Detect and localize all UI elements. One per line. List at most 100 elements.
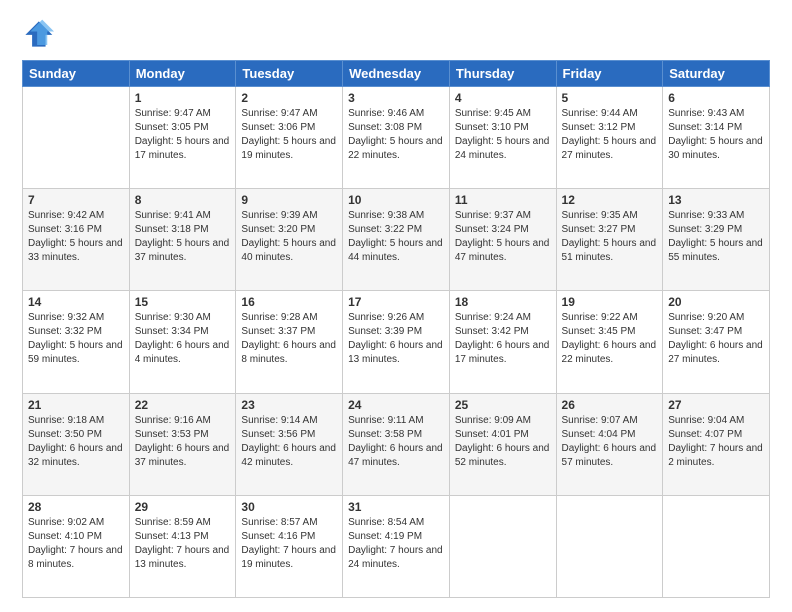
calendar-cell	[449, 495, 556, 597]
day-info: Sunrise: 9:38 AMSunset: 3:22 PMDaylight:…	[348, 209, 444, 265]
calendar-cell	[556, 495, 663, 597]
day-info: Sunrise: 9:43 AMSunset: 3:14 PMDaylight:…	[668, 107, 764, 163]
day-info: Sunrise: 9:41 AMSunset: 3:18 PMDaylight:…	[135, 209, 231, 265]
weekday-header-thursday: Thursday	[449, 61, 556, 87]
day-info: Sunrise: 9:33 AMSunset: 3:29 PMDaylight:…	[668, 209, 764, 265]
day-number: 21	[28, 398, 124, 412]
day-number: 30	[241, 500, 337, 514]
calendar-cell: 13 Sunrise: 9:33 AMSunset: 3:29 PMDayligh…	[663, 189, 770, 291]
day-number: 31	[348, 500, 444, 514]
day-number: 27	[668, 398, 764, 412]
day-info: Sunrise: 9:20 AMSunset: 3:47 PMDaylight:…	[668, 311, 764, 367]
calendar-week-row: 1 Sunrise: 9:47 AMSunset: 3:05 PMDaylight…	[23, 87, 770, 189]
calendar-cell: 27 Sunrise: 9:04 AMSunset: 4:07 PMDayligh…	[663, 393, 770, 495]
day-number: 3	[348, 91, 444, 105]
day-info: Sunrise: 9:28 AMSunset: 3:37 PMDaylight:…	[241, 311, 337, 367]
calendar-cell: 25 Sunrise: 9:09 AMSunset: 4:01 PMDayligh…	[449, 393, 556, 495]
day-number: 8	[135, 193, 231, 207]
day-info: Sunrise: 9:46 AMSunset: 3:08 PMDaylight:…	[348, 107, 444, 163]
day-info: Sunrise: 8:57 AMSunset: 4:16 PMDaylight:…	[241, 516, 337, 572]
day-info: Sunrise: 9:11 AMSunset: 3:58 PMDaylight:…	[348, 414, 444, 470]
day-number: 11	[455, 193, 551, 207]
calendar-cell	[663, 495, 770, 597]
day-number: 5	[562, 91, 658, 105]
calendar-cell: 4 Sunrise: 9:45 AMSunset: 3:10 PMDaylight…	[449, 87, 556, 189]
calendar-cell: 10 Sunrise: 9:38 AMSunset: 3:22 PMDayligh…	[343, 189, 450, 291]
day-number: 15	[135, 295, 231, 309]
day-info: Sunrise: 9:44 AMSunset: 3:12 PMDaylight:…	[562, 107, 658, 163]
day-number: 17	[348, 295, 444, 309]
day-info: Sunrise: 9:39 AMSunset: 3:20 PMDaylight:…	[241, 209, 337, 265]
calendar-cell: 3 Sunrise: 9:46 AMSunset: 3:08 PMDaylight…	[343, 87, 450, 189]
calendar-cell: 23Sunrise: 9:14 AMSunset: 3:56 PMDayligh…	[236, 393, 343, 495]
calendar-week-row: 21 Sunrise: 9:18 AMSunset: 3:50 PMDayligh…	[23, 393, 770, 495]
day-info: Sunrise: 9:07 AMSunset: 4:04 PMDaylight:…	[562, 414, 658, 470]
weekday-header-row: SundayMondayTuesdayWednesdayThursdayFrid…	[23, 61, 770, 87]
day-number: 29	[135, 500, 231, 514]
calendar-cell: 17 Sunrise: 9:26 AMSunset: 3:39 PMDayligh…	[343, 291, 450, 393]
logo-icon	[22, 18, 54, 50]
page: SundayMondayTuesdayWednesdayThursdayFrid…	[0, 0, 792, 612]
day-info: Sunrise: 9:04 AMSunset: 4:07 PMDaylight:…	[668, 414, 764, 470]
calendar-week-row: 7Sunrise: 9:42 AMSunset: 3:16 PMDaylight…	[23, 189, 770, 291]
day-info: Sunrise: 9:16 AMSunset: 3:53 PMDaylight:…	[135, 414, 231, 470]
calendar-week-row: 14Sunrise: 9:32 AMSunset: 3:32 PMDayligh…	[23, 291, 770, 393]
calendar-cell: 22 Sunrise: 9:16 AMSunset: 3:53 PMDayligh…	[129, 393, 236, 495]
day-number: 4	[455, 91, 551, 105]
day-number: 26	[562, 398, 658, 412]
day-number: 12	[562, 193, 658, 207]
day-number: 9	[241, 193, 337, 207]
calendar-cell: 2 Sunrise: 9:47 AMSunset: 3:06 PMDaylight…	[236, 87, 343, 189]
calendar-cell	[23, 87, 130, 189]
day-info: Sunrise: 9:14 AMSunset: 3:56 PMDaylight:…	[241, 414, 337, 470]
day-info: Sunrise: 8:59 AMSunset: 4:13 PMDaylight:…	[135, 516, 231, 572]
day-number: 25	[455, 398, 551, 412]
logo-area	[22, 18, 58, 50]
day-number: 13	[668, 193, 764, 207]
header	[22, 18, 770, 50]
day-number: 6	[668, 91, 764, 105]
calendar-cell: 5 Sunrise: 9:44 AMSunset: 3:12 PMDaylight…	[556, 87, 663, 189]
day-info: Sunrise: 8:54 AMSunset: 4:19 PMDaylight:…	[348, 516, 444, 572]
calendar-cell: 31 Sunrise: 8:54 AMSunset: 4:19 PMDayligh…	[343, 495, 450, 597]
calendar-cell: 8 Sunrise: 9:41 AMSunset: 3:18 PMDaylight…	[129, 189, 236, 291]
calendar-cell: 9 Sunrise: 9:39 AMSunset: 3:20 PMDaylight…	[236, 189, 343, 291]
day-info: Sunrise: 9:47 AMSunset: 3:05 PMDaylight:…	[135, 107, 231, 163]
day-number: 28	[28, 500, 124, 514]
calendar-cell: 30 Sunrise: 8:57 AMSunset: 4:16 PMDayligh…	[236, 495, 343, 597]
weekday-header-sunday: Sunday	[23, 61, 130, 87]
day-number: 19	[562, 295, 658, 309]
weekday-header-friday: Friday	[556, 61, 663, 87]
day-number: 1	[135, 91, 231, 105]
calendar-cell: 12 Sunrise: 9:35 AMSunset: 3:27 PMDayligh…	[556, 189, 663, 291]
calendar-cell: 19Sunrise: 9:22 AMSunset: 3:45 PMDayligh…	[556, 291, 663, 393]
calendar-cell: 20 Sunrise: 9:20 AMSunset: 3:47 PMDayligh…	[663, 291, 770, 393]
day-number: 7	[28, 193, 124, 207]
calendar-cell: 7Sunrise: 9:42 AMSunset: 3:16 PMDaylight…	[23, 189, 130, 291]
calendar-cell: 14Sunrise: 9:32 AMSunset: 3:32 PMDayligh…	[23, 291, 130, 393]
calendar-cell: 6 Sunrise: 9:43 AMSunset: 3:14 PMDaylight…	[663, 87, 770, 189]
weekday-header-tuesday: Tuesday	[236, 61, 343, 87]
day-info: Sunrise: 9:09 AMSunset: 4:01 PMDaylight:…	[455, 414, 551, 470]
day-number: 2	[241, 91, 337, 105]
day-info: Sunrise: 9:47 AMSunset: 3:06 PMDaylight:…	[241, 107, 337, 163]
day-info: Sunrise: 9:45 AMSunset: 3:10 PMDaylight:…	[455, 107, 551, 163]
calendar-cell: 1 Sunrise: 9:47 AMSunset: 3:05 PMDaylight…	[129, 87, 236, 189]
day-info: Sunrise: 9:18 AMSunset: 3:50 PMDaylight:…	[28, 414, 124, 470]
day-info: Sunrise: 9:30 AMSunset: 3:34 PMDaylight:…	[135, 311, 231, 367]
day-info: Sunrise: 9:35 AMSunset: 3:27 PMDaylight:…	[562, 209, 658, 265]
calendar-cell: 21 Sunrise: 9:18 AMSunset: 3:50 PMDayligh…	[23, 393, 130, 495]
day-number: 22	[135, 398, 231, 412]
calendar-cell: 11 Sunrise: 9:37 AMSunset: 3:24 PMDayligh…	[449, 189, 556, 291]
calendar-cell: 26 Sunrise: 9:07 AMSunset: 4:04 PMDayligh…	[556, 393, 663, 495]
day-info: Sunrise: 9:02 AMSunset: 4:10 PMDaylight:…	[28, 516, 124, 572]
day-info: Sunrise: 9:24 AMSunset: 3:42 PMDaylight:…	[455, 311, 551, 367]
day-number: 10	[348, 193, 444, 207]
day-number: 20	[668, 295, 764, 309]
calendar-cell: 29 Sunrise: 8:59 AMSunset: 4:13 PMDayligh…	[129, 495, 236, 597]
day-info: Sunrise: 9:37 AMSunset: 3:24 PMDaylight:…	[455, 209, 551, 265]
calendar-week-row: 28 Sunrise: 9:02 AMSunset: 4:10 PMDayligh…	[23, 495, 770, 597]
day-info: Sunrise: 9:26 AMSunset: 3:39 PMDaylight:…	[348, 311, 444, 367]
calendar-cell: 16Sunrise: 9:28 AMSunset: 3:37 PMDayligh…	[236, 291, 343, 393]
day-number: 18	[455, 295, 551, 309]
